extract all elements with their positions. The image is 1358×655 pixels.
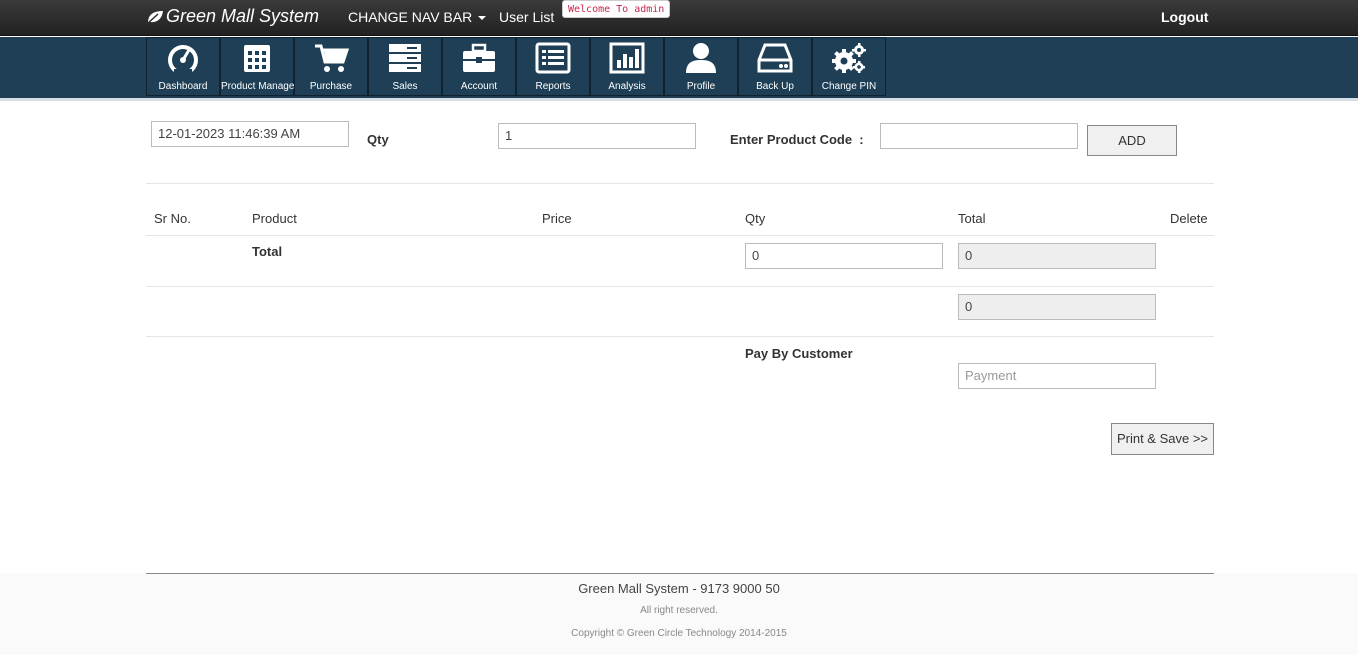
briefcase-icon <box>463 43 495 72</box>
tile-dashboard[interactable]: Dashboard <box>146 37 220 96</box>
cart-icon <box>315 44 349 72</box>
tile-label: Analysis <box>608 81 646 92</box>
divider <box>146 183 1214 184</box>
tile-label: Dashboard <box>158 81 208 92</box>
col-header-sr-no: Sr No. <box>154 211 191 226</box>
tile-label: Purchase <box>309 81 353 92</box>
tile-label: Change PIN <box>821 81 877 92</box>
divider <box>146 336 1214 337</box>
tile-sales[interactable]: Sales <box>368 37 442 96</box>
qty-input[interactable]: 1 <box>498 123 696 149</box>
cogs-icon <box>832 43 866 73</box>
divider <box>146 235 1214 236</box>
tile-label: Product Manage <box>221 81 295 92</box>
leaf-icon <box>146 10 163 25</box>
brand-name: Green Mall System <box>166 6 320 26</box>
bar-chart-icon <box>609 42 645 74</box>
tile-reports[interactable]: Reports <box>516 37 590 96</box>
tile-change-pin[interactable]: Change PIN <box>812 37 886 96</box>
product-code-input[interactable] <box>880 123 1078 149</box>
footer-title: Green Mall System - 9173 9000 50 <box>578 581 780 596</box>
datetime-input[interactable]: 12-01-2023 11:46:39 AM <box>151 121 349 147</box>
footer: Green Mall System - 9173 9000 50 All rig… <box>0 573 1358 655</box>
payment-input[interactable]: Payment <box>958 363 1156 389</box>
footer-divider <box>146 573 1214 574</box>
user-list-link[interactable]: User List <box>499 9 554 25</box>
footer-copyright: Copyright © Green Circle Technology 2014… <box>571 628 787 639</box>
grand-total-field: 0 <box>958 294 1156 320</box>
caret-down-icon <box>478 16 487 21</box>
brand[interactable]: Green Mall System <box>146 6 319 27</box>
user-icon <box>686 43 716 73</box>
total-amount-field: 0 <box>958 243 1156 269</box>
footer-rights: All right reserved. <box>640 605 718 616</box>
tile-label: Account <box>460 81 498 92</box>
tile-label: Sales <box>392 81 418 92</box>
tile-account[interactable]: Account <box>442 37 516 96</box>
total-row-label: Total <box>252 244 283 259</box>
server-stack-icon <box>389 44 421 72</box>
tile-label: Back Up <box>756 81 794 92</box>
dashboard-gauge-icon <box>168 45 198 74</box>
calendar-grid-icon <box>244 45 270 72</box>
top-navbar: Green Mall System CHANGE NAV BAR User Li… <box>0 0 1358 36</box>
welcome-message: Welcome To admin <box>562 0 671 18</box>
tile-analysis[interactable]: Analysis <box>590 37 664 96</box>
tile-label: Reports <box>535 81 571 92</box>
tile-product-manage[interactable]: Product Manage <box>220 37 294 96</box>
change-nav-label: CHANGE NAV BAR <box>348 9 473 25</box>
col-header-price: Price <box>542 211 572 226</box>
change-nav-bar-dropdown[interactable]: CHANGE NAV BAR <box>348 9 487 25</box>
logout-link[interactable]: Logout <box>1161 9 1208 25</box>
tile-purchase[interactable]: Purchase <box>294 37 368 96</box>
tile-profile[interactable]: Profile <box>664 37 738 96</box>
tile-label: Profile <box>686 81 716 92</box>
qty-label: Qty <box>367 132 389 147</box>
list-alt-icon <box>535 42 571 74</box>
add-button[interactable]: ADD <box>1087 125 1177 156</box>
print-save-button[interactable]: Print & Save >> <box>1111 423 1214 455</box>
col-header-qty: Qty <box>745 211 766 226</box>
tile-back-up[interactable]: Back Up <box>738 37 812 96</box>
col-header-delete: Delete <box>1170 211 1208 226</box>
col-header-total: Total <box>958 211 986 226</box>
hard-drive-icon <box>757 43 793 73</box>
divider <box>146 286 1214 287</box>
col-header-product: Product <box>252 211 297 226</box>
icon-toolbar: Dashboard Product Manage Purchase Sales … <box>0 37 1358 101</box>
product-code-label: Enter Product Code : <box>730 132 864 147</box>
total-qty-input[interactable]: 0 <box>745 243 943 269</box>
pay-by-customer-label: Pay By Customer <box>745 346 853 361</box>
